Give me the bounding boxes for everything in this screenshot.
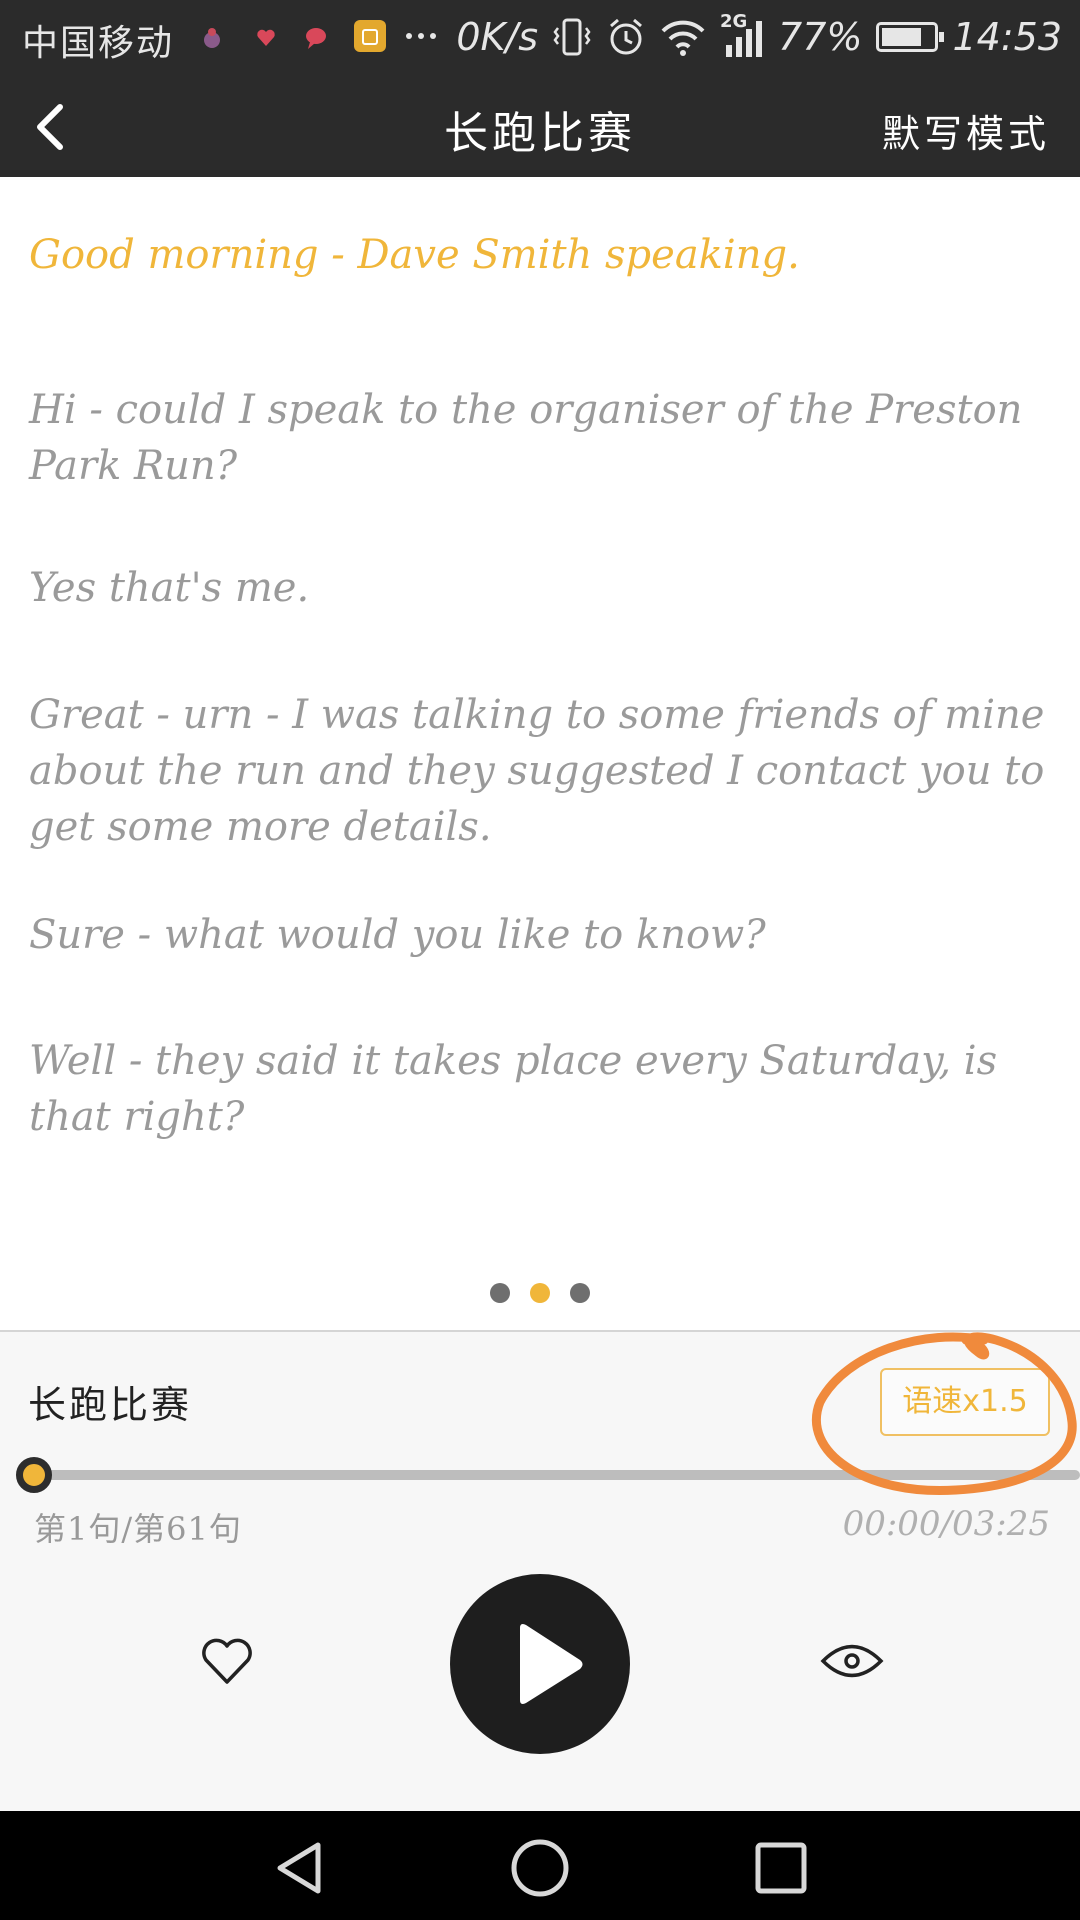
more-notifications-icon [406,33,436,39]
message-notification-icon [306,28,326,49]
page-dot-active[interactable] [530,1283,550,1303]
square-recents-icon[interactable] [748,1835,814,1901]
page-dot[interactable] [490,1283,510,1303]
dictation-mode-button[interactable]: 默写模式 [882,103,1050,158]
shop-notification-icon [354,20,386,52]
eye-icon[interactable] [820,1636,884,1686]
cell-signal: 2G [720,11,764,59]
transcript-line[interactable]: Great - urn - I was talking to some frie… [29,687,1059,855]
app-notification-icon [204,28,220,48]
status-icons: 0K/s 2G 77% 14:53 [456,11,1062,62]
transcript-line[interactable]: Sure - what would you like to know? [29,907,1059,963]
net-speed-label: 0K/s [456,15,539,59]
status-bar: 中国移动 0K/s 2G 77% 14:53 [0,0,1080,75]
heart-notification-icon [257,29,275,46]
time-display: 00:00/03:25 [842,1504,1050,1544]
transcript-line[interactable]: Good morning - Dave Smith speaking. [29,227,1059,283]
annotation-circle [811,1332,1077,1496]
page-dot[interactable] [570,1283,590,1303]
transcript-panel[interactable]: Good morning - Dave Smith speaking. Hi -… [0,177,1080,1330]
carrier-label: 中国移动 [22,23,175,64]
progress-knob[interactable] [16,1457,52,1493]
heart-icon[interactable] [198,1632,256,1690]
signal-bars-icon [726,21,763,57]
transcript-line[interactable]: Well - they said it takes place every Sa… [29,1033,1059,1145]
battery-percent: 77% [778,15,863,59]
battery-icon [876,22,945,52]
circle-home-icon[interactable] [507,1835,573,1901]
play-icon [520,1624,583,1704]
play-button[interactable] [450,1574,630,1754]
transcript-line[interactable]: Yes that's me. [29,560,1059,616]
triangle-back-icon[interactable] [268,1835,334,1901]
wifi-icon [661,20,705,56]
track-title: 长跑比赛 [28,1383,193,1427]
vibrate-icon [553,18,591,56]
title-bar: 长跑比赛 默写模式 [0,75,1080,177]
clock: 14:53 [952,15,1062,59]
page-indicator [0,1283,1080,1303]
sentence-counter: 第1句/第61句 [34,1510,242,1548]
system-nav-bar [0,1811,1080,1920]
transcript-line[interactable]: Hi - could I speak to the organiser of t… [29,382,1059,494]
alarm-icon [610,18,642,55]
